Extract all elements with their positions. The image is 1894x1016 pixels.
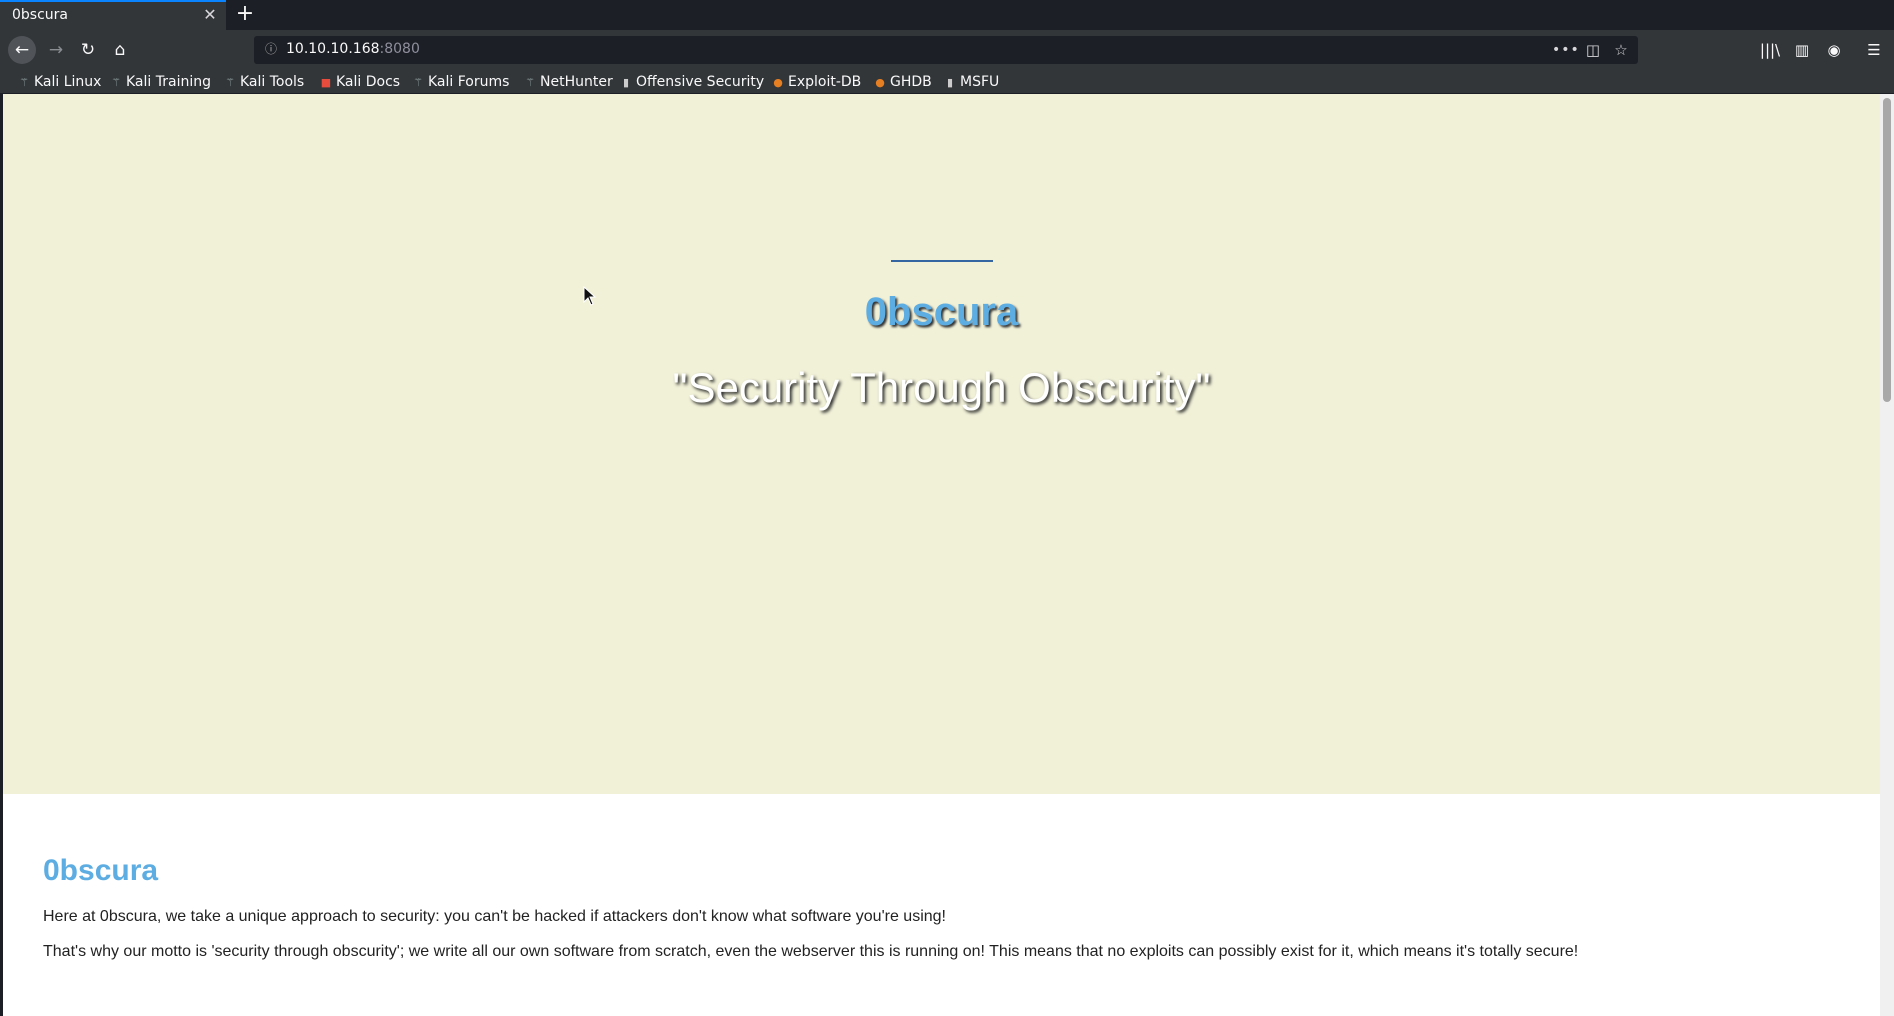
- bookmark-offensive-security[interactable]: ▮ Offensive Security: [620, 72, 764, 92]
- page-viewport: 0bscura "Security Through Obscurity" 0bs…: [0, 94, 1894, 1016]
- exploitdb-icon: ●: [875, 76, 885, 89]
- url-port: :8080: [379, 41, 420, 57]
- dragon-icon: ⚚: [19, 76, 29, 89]
- hero-title: 0bscura: [864, 290, 1019, 334]
- offsec-icon: ▮: [622, 76, 630, 89]
- url-host: 10.10.10.168: [286, 41, 380, 57]
- bookmark-msfu[interactable]: ▮ MSFU: [944, 72, 999, 92]
- url-bar[interactable]: ⓘ 10.10.10.168:8080 ••• ◫ ☆: [254, 36, 1638, 64]
- site-info-icon[interactable]: ⓘ: [262, 40, 280, 58]
- bookmark-label: Kali Training: [126, 74, 211, 90]
- back-button[interactable]: ←: [8, 36, 36, 64]
- bookmark-ghdb[interactable]: ● GHDB: [874, 72, 932, 92]
- intro-paragraph: Here at 0bscura, we take a unique approa…: [43, 908, 946, 925]
- bookmark-kali-docs[interactable]: ■ Kali Docs: [320, 72, 400, 92]
- hero-divider: [891, 260, 993, 262]
- vertical-scrollbar[interactable]: [1880, 94, 1894, 1016]
- url-text[interactable]: 10.10.10.168:8080: [286, 41, 420, 57]
- pocket-icon[interactable]: ◫: [1582, 39, 1604, 61]
- hamburger-menu-icon[interactable]: ☰: [1862, 38, 1886, 62]
- hero-section: 0bscura "Security Through Obscurity": [3, 94, 1880, 794]
- bookmark-label: Kali Tools: [240, 74, 305, 90]
- dragon-icon: ⚚: [525, 76, 535, 89]
- page-actions-icon[interactable]: •••: [1552, 39, 1579, 61]
- bookmark-label: Offensive Security: [636, 74, 765, 90]
- bookmark-label: GHDB: [890, 74, 932, 90]
- offsec-icon: ▮: [946, 76, 954, 89]
- bookmarks-toolbar: ⚚ Kali Linux ⚚ Kali Training ⚚ Kali Tools ■…: [0, 70, 1894, 94]
- new-tab-button[interactable]: +: [234, 3, 256, 25]
- bookmark-kali-training[interactable]: ⚚ Kali Training: [110, 72, 211, 92]
- tab-active[interactable]: 0bscura ✕: [0, 0, 226, 30]
- bookmark-label: Kali Linux: [34, 74, 102, 90]
- tab-close-icon[interactable]: ✕: [200, 5, 220, 25]
- forward-button[interactable]: →: [42, 36, 70, 64]
- docs-icon: ■: [320, 76, 332, 89]
- bookmark-exploit-db[interactable]: ● Exploit-DB: [772, 72, 861, 92]
- dragon-icon: ⚚: [413, 76, 423, 89]
- mouse-cursor-icon: [583, 286, 597, 306]
- motto-paragraph: That's why our motto is 'security throug…: [43, 943, 1579, 960]
- scrollbar-thumb[interactable]: [1883, 98, 1891, 402]
- home-button[interactable]: ⌂: [106, 36, 134, 64]
- dragon-icon: ⚚: [111, 76, 121, 89]
- section-heading: 0bscura: [43, 854, 159, 887]
- bookmark-star-icon[interactable]: ☆: [1610, 39, 1632, 61]
- tab-strip: 0bscura ✕ +: [0, 0, 1894, 30]
- bookmark-label: Kali Forums: [428, 74, 510, 90]
- bookmark-kali-forums[interactable]: ⚚ Kali Forums: [412, 72, 509, 92]
- exploitdb-icon: ●: [773, 76, 783, 89]
- bookmark-kali-tools[interactable]: ⚚ Kali Tools: [224, 72, 304, 92]
- tab-title: 0bscura: [12, 7, 68, 23]
- bookmark-label: Kali Docs: [336, 74, 401, 90]
- bookmark-nethunter[interactable]: ⚚ NetHunter: [524, 72, 613, 92]
- reload-button[interactable]: ↻: [74, 36, 102, 64]
- bookmark-kali-linux[interactable]: ⚚ Kali Linux: [18, 72, 101, 92]
- sidebar-icon[interactable]: ▥: [1790, 38, 1814, 62]
- library-icon[interactable]: |||\: [1758, 38, 1782, 62]
- bookmark-label: Exploit-DB: [788, 74, 862, 90]
- dragon-icon: ⚚: [225, 76, 235, 89]
- hero-motto: "Security Through Obscurity": [672, 364, 1211, 411]
- bookmark-label: MSFU: [960, 74, 1000, 90]
- navigation-toolbar: ← → ↻ ⌂ ⓘ 10.10.10.168:8080 ••• ◫ ☆ |||\…: [0, 30, 1894, 70]
- bookmark-label: NetHunter: [540, 74, 613, 90]
- browser-window: 0bscura ✕ + ← → ↻ ⌂ ⓘ 10.10.10.168:8080 …: [0, 0, 1894, 1016]
- account-icon[interactable]: ◉: [1822, 38, 1846, 62]
